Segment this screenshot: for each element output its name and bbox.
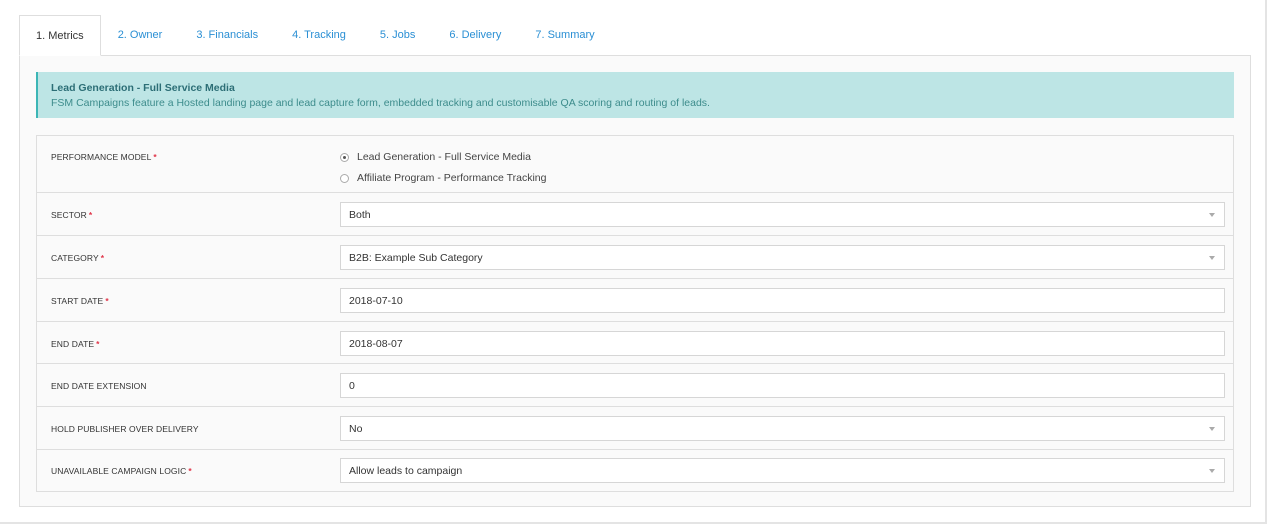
- tab-financials[interactable]: 3. Financials: [179, 15, 275, 55]
- start-date-value: 2018-07-10: [349, 294, 403, 307]
- required-mark: *: [100, 253, 105, 263]
- hold-publisher-select[interactable]: No: [340, 416, 1225, 441]
- unavailable-logic-label: UNAVAILABLE CAMPAIGN LOGIC *: [51, 466, 192, 476]
- unavailable-logic-select[interactable]: Allow leads to campaign: [340, 458, 1225, 483]
- hold-publisher-value: No: [349, 422, 363, 435]
- row-unavailable-logic: UNAVAILABLE CAMPAIGN LOGIC * Allow leads …: [37, 450, 1233, 492]
- row-hold-publisher: HOLD PUBLISHER OVER DELIVERY No: [37, 407, 1233, 450]
- end-date-extension-input[interactable]: 0: [340, 373, 1225, 398]
- tab-tracking[interactable]: 4. Tracking: [275, 15, 363, 55]
- radio-lead-generation-label: Lead Generation - Full Service Media: [357, 151, 531, 163]
- radio-affiliate-program-label: Affiliate Program - Performance Tracking: [357, 172, 547, 184]
- required-mark: *: [96, 339, 100, 349]
- start-date-label: START DATE *: [51, 296, 109, 306]
- page: 1. Metrics 2. Owner 3. Financials 4. Tra…: [0, 0, 1269, 526]
- performance-model-label: PERFORMANCE MODEL *: [51, 152, 157, 162]
- tab-owner[interactable]: 2. Owner: [101, 15, 180, 55]
- alert-text: FSM Campaigns feature a Hosted landing p…: [51, 97, 710, 109]
- alert-title: Lead Generation - Full Service Media: [51, 82, 235, 94]
- end-date-extension-label: END DATE EXTENSION: [51, 381, 147, 391]
- category-select[interactable]: B2B: Example Sub Category: [340, 245, 1225, 270]
- end-date-input[interactable]: 2018-08-07: [340, 331, 1225, 356]
- chevron-down-icon: [1209, 427, 1215, 431]
- end-date-label: END DATE *: [51, 339, 100, 349]
- chevron-down-icon: [1209, 469, 1215, 473]
- metrics-form: PERFORMANCE MODEL * Lead Generation - Ful…: [36, 135, 1234, 492]
- info-alert: Lead Generation - Full Service Media FSM…: [36, 72, 1234, 118]
- chevron-down-icon: [1209, 256, 1215, 260]
- required-mark: *: [105, 296, 109, 306]
- sector-label: SECTOR *: [51, 210, 93, 220]
- radio-lead-generation[interactable]: Lead Generation - Full Service Media: [340, 151, 531, 163]
- row-end-date: END DATE * 2018-08-07: [37, 322, 1233, 364]
- sector-value: Both: [349, 208, 371, 221]
- chevron-down-icon: [1209, 213, 1215, 217]
- tab-bar: 1. Metrics 2. Owner 3. Financials 4. Tra…: [19, 15, 612, 56]
- row-end-date-extension: END DATE EXTENSION 0: [37, 364, 1233, 407]
- unavailable-logic-value: Allow leads to campaign: [349, 464, 463, 477]
- row-performance-model: PERFORMANCE MODEL * Lead Generation - Ful…: [37, 136, 1233, 193]
- row-start-date: START DATE * 2018-07-10: [37, 279, 1233, 322]
- required-mark: *: [188, 466, 192, 476]
- tab-summary[interactable]: 7. Summary: [518, 15, 611, 55]
- category-label: CATEGORY *: [51, 253, 105, 263]
- radio-affiliate-program[interactable]: Affiliate Program - Performance Tracking: [340, 172, 546, 184]
- sector-select[interactable]: Both: [340, 202, 1225, 227]
- tab-panel: Lead Generation - Full Service Media FSM…: [19, 55, 1251, 507]
- end-date-extension-value: 0: [349, 379, 355, 392]
- required-mark: *: [88, 210, 93, 220]
- tab-jobs[interactable]: 5. Jobs: [363, 15, 432, 55]
- row-category: CATEGORY * B2B: Example Sub Category: [37, 236, 1233, 279]
- tab-metrics[interactable]: 1. Metrics: [19, 15, 101, 56]
- required-mark: *: [153, 152, 157, 162]
- end-date-value: 2018-08-07: [349, 337, 403, 350]
- tab-delivery[interactable]: 6. Delivery: [432, 15, 518, 55]
- radio-checked-icon[interactable]: [340, 152, 349, 162]
- radio-unchecked-icon[interactable]: [340, 173, 349, 183]
- start-date-input[interactable]: 2018-07-10: [340, 288, 1225, 313]
- hold-publisher-label: HOLD PUBLISHER OVER DELIVERY: [51, 424, 199, 434]
- category-value: B2B: Example Sub Category: [349, 251, 483, 264]
- row-sector: SECTOR * Both: [37, 193, 1233, 236]
